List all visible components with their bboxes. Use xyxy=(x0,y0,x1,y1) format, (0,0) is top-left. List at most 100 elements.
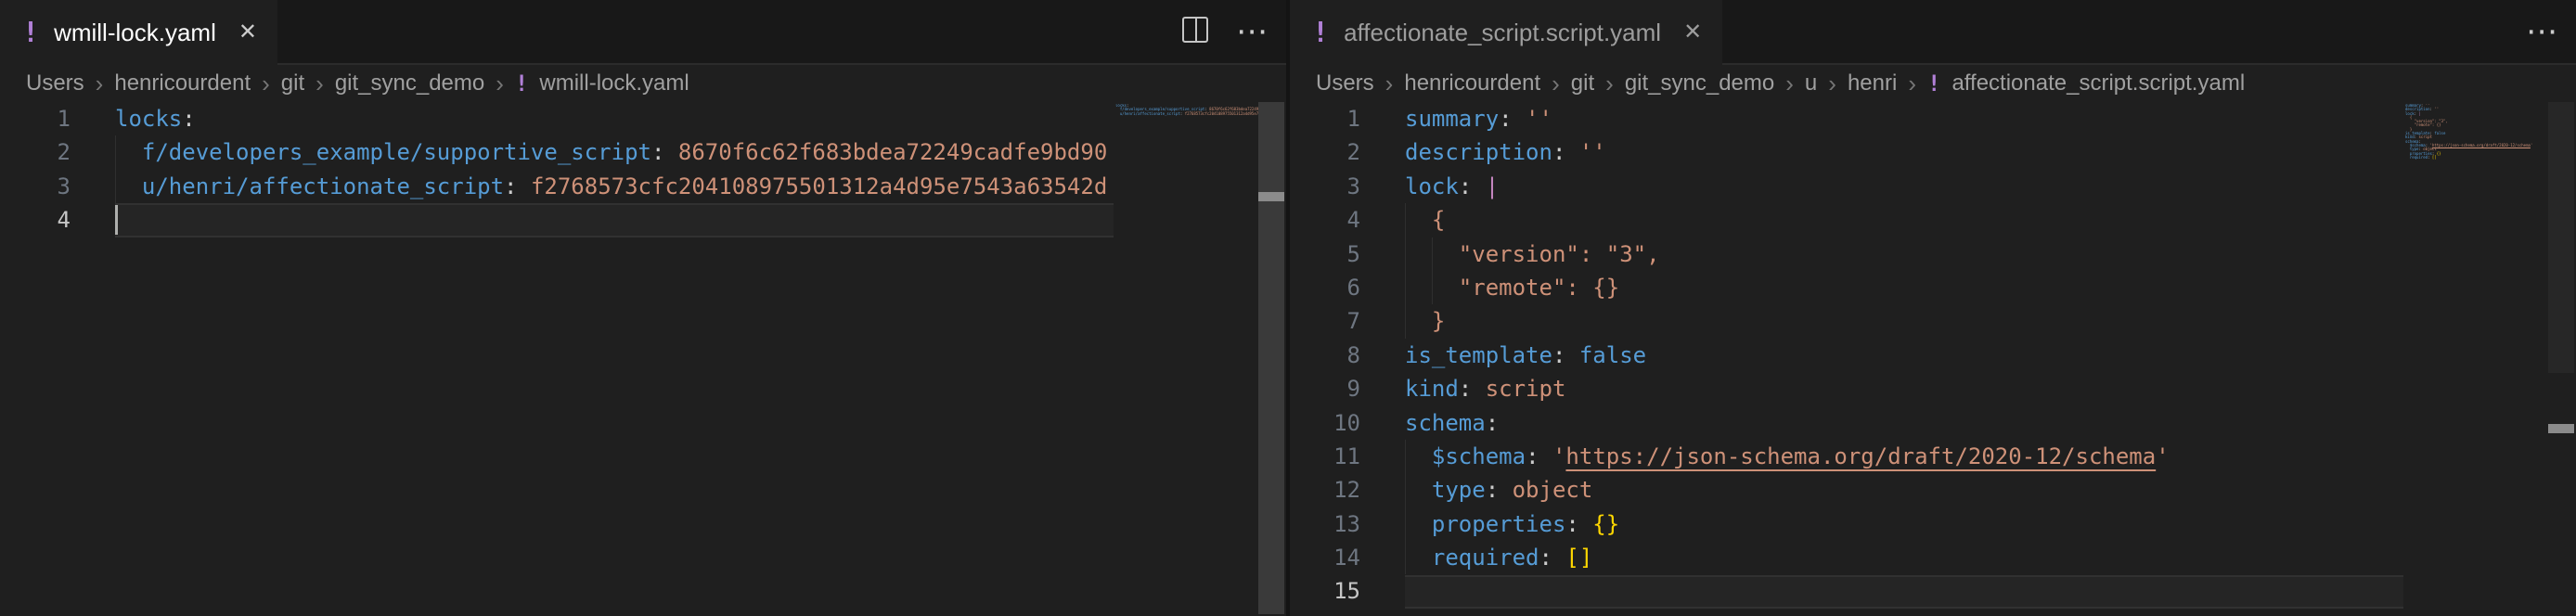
code-line[interactable]: "remote": {} xyxy=(1405,271,2400,304)
line-number[interactable]: 2 xyxy=(0,135,71,169)
tab-wmill-lock-yaml[interactable]: ! wmill-lock.yaml ✕ xyxy=(0,0,277,65)
code-token: {} xyxy=(1579,511,1619,537)
breadcrumb-item[interactable]: Users xyxy=(26,71,84,96)
yaml-file-icon: ! xyxy=(515,71,528,96)
code-token xyxy=(115,173,142,199)
code-line[interactable]: } xyxy=(1405,304,2400,338)
line-number[interactable]: 2 xyxy=(1290,135,1360,169)
close-icon[interactable]: ✕ xyxy=(238,21,257,44)
code-line[interactable]: schema: xyxy=(1405,406,2400,440)
indent-guide xyxy=(1405,541,1406,574)
code-line[interactable]: is_template: false xyxy=(1405,339,2400,372)
split-editor-icon[interactable] xyxy=(1182,17,1208,47)
tab-actions: ⋯ xyxy=(1182,0,1269,63)
code-line[interactable]: properties: {} xyxy=(1405,507,2400,541)
breadcrumb-item[interactable]: git xyxy=(281,71,304,96)
indent-guide xyxy=(1405,440,1406,473)
editor[interactable]: 1234 locks: f/developers_example/supporti… xyxy=(0,102,1286,614)
line-number[interactable]: 6 xyxy=(1290,271,1360,304)
line-number[interactable]: 11 xyxy=(1290,440,1360,473)
code-token: $schema xyxy=(1432,443,1526,469)
line-number[interactable]: 4 xyxy=(1290,203,1360,237)
breadcrumb-item[interactable]: henri xyxy=(1848,71,1897,96)
indent-guide xyxy=(1432,271,1433,304)
chevron-right-icon: › xyxy=(96,70,104,98)
code-line[interactable]: "version": "3", xyxy=(1405,237,2400,271)
code-line[interactable]: required: [] xyxy=(1405,541,2400,574)
breadcrumb-item[interactable]: Users xyxy=(1316,71,1374,96)
code-token xyxy=(1405,545,1432,571)
line-number[interactable]: 12 xyxy=(1290,473,1360,507)
line-number[interactable]: 10 xyxy=(1290,406,1360,440)
code-line[interactable]: u/henri/affectionate_script: f2768573cfc… xyxy=(115,170,1110,203)
more-actions-icon[interactable]: ⋯ xyxy=(1236,16,1269,47)
breadcrumb-file[interactable]: affectionate_script.script.yaml xyxy=(1951,71,2245,96)
code-line[interactable]: kind: script xyxy=(1405,372,2400,405)
minimap[interactable]: summary: ''description: ''lock: | { "ver… xyxy=(2405,104,2548,163)
code-token: false xyxy=(2432,131,2445,135)
line-number[interactable]: 14 xyxy=(1290,541,1360,574)
close-icon[interactable]: ✕ xyxy=(1683,21,1702,44)
line-number[interactable]: 3 xyxy=(0,170,71,203)
line-number[interactable]: 15 xyxy=(1290,574,1360,608)
tab-bar: ! wmill-lock.yaml ✕ ⋯ xyxy=(0,0,1286,65)
code-line[interactable] xyxy=(1405,574,2400,608)
code-token: https://json-schema.org/draft/2020-12/sc… xyxy=(1565,443,2156,469)
editor[interactable]: 123456789101112131415summary: ''descript… xyxy=(1290,102,2576,614)
code-line[interactable] xyxy=(115,203,1110,237)
code-line[interactable]: summary: '' xyxy=(1405,102,2400,135)
minimap-line xyxy=(1115,116,1258,120)
code-token: locks xyxy=(115,106,182,132)
code-line[interactable]: locks: xyxy=(115,102,1110,135)
line-number[interactable]: 13 xyxy=(1290,507,1360,541)
line-number[interactable]: 1 xyxy=(1290,102,1360,135)
code-token: : xyxy=(1552,342,1565,368)
breadcrumb-item[interactable]: henricourdent xyxy=(1404,71,1540,96)
indent-guide xyxy=(1405,304,1406,338)
line-number[interactable]: 4 xyxy=(0,203,71,237)
code-token: '' xyxy=(1565,139,1605,165)
code-area[interactable]: summary: ''description: ''lock: | { "ver… xyxy=(1405,102,2400,609)
breadcrumb: Users›henricourdent›git›git_sync_demo›u›… xyxy=(1290,65,2576,102)
code-token: required xyxy=(2410,155,2428,160)
code-token xyxy=(1405,477,1432,503)
code-token: ' xyxy=(2531,143,2532,148)
vertical-scrollbar[interactable] xyxy=(1258,102,1284,614)
code-token: '' xyxy=(2432,107,2439,111)
code-line[interactable]: f/developers_example/supportive_script: … xyxy=(115,135,1110,169)
line-number[interactable]: 3 xyxy=(1290,170,1360,203)
line-number[interactable]: 9 xyxy=(1290,372,1360,405)
more-actions-icon[interactable]: ⋯ xyxy=(2526,16,2559,47)
line-number[interactable]: 7 xyxy=(1290,304,1360,338)
line-number[interactable]: 1 xyxy=(0,102,71,135)
tab-affectionate-script-yaml[interactable]: ! affectionate_script.script.yaml ✕ xyxy=(1290,0,1722,65)
vertical-scrollbar[interactable] xyxy=(2548,102,2574,614)
line-number[interactable]: 5 xyxy=(1290,237,1360,271)
breadcrumb-item[interactable]: u xyxy=(1805,71,1817,96)
breadcrumb-file[interactable]: wmill-lock.yaml xyxy=(539,71,689,96)
tab-bar: ! affectionate_script.script.yaml ✕ ⋯ xyxy=(1290,0,2576,65)
scrollbar-slider[interactable] xyxy=(1258,102,1284,614)
code-line[interactable]: description: '' xyxy=(1405,135,2400,169)
chevron-right-icon: › xyxy=(1908,70,1916,98)
breadcrumb-item[interactable]: henricourdent xyxy=(114,71,251,96)
code-line[interactable]: type: object xyxy=(1405,473,2400,507)
breadcrumb-item[interactable]: git_sync_demo xyxy=(1625,71,1774,96)
line-number[interactable]: 8 xyxy=(1290,339,1360,372)
minimap[interactable]: locks: f/developers_example/supportive_s… xyxy=(1115,104,1258,120)
chevron-right-icon: › xyxy=(1828,70,1836,98)
scrollbar-slider[interactable] xyxy=(2548,102,2574,373)
code-token: kind xyxy=(1405,376,1459,402)
code-line[interactable]: { xyxy=(1405,203,2400,237)
code-token xyxy=(1405,443,1432,469)
indent-guide xyxy=(1405,473,1406,507)
breadcrumb-item[interactable]: git_sync_demo xyxy=(335,71,484,96)
code-line[interactable]: $schema: 'https://json-schema.org/draft/… xyxy=(1405,440,2400,473)
breadcrumb-item[interactable]: git xyxy=(1571,71,1594,96)
code-area[interactable]: locks: f/developers_example/supportive_s… xyxy=(115,102,1110,237)
code-token: [] xyxy=(2430,155,2437,160)
indent-guide xyxy=(1405,237,1406,271)
code-token: ' xyxy=(2156,443,2169,469)
code-token: required xyxy=(1432,545,1539,571)
code-line[interactable]: lock: | xyxy=(1405,170,2400,203)
